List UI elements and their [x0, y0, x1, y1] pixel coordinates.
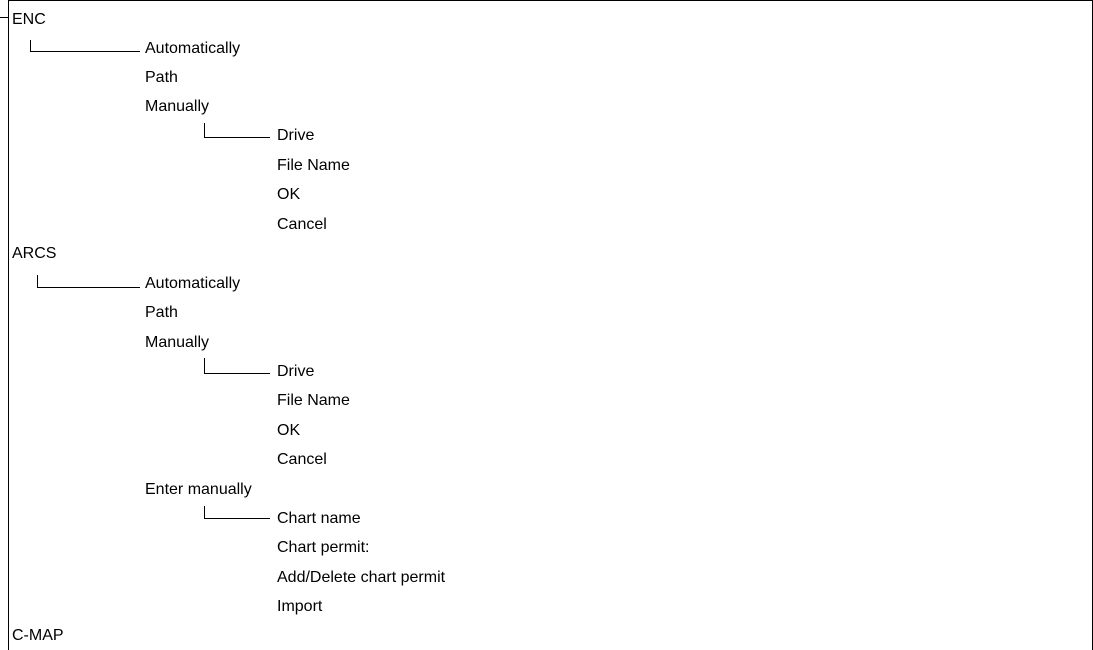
- arcs-add-delete-chart-permit: Add/Delete chart permit: [277, 569, 446, 586]
- enc-manually-connector-horizontal: [204, 137, 270, 138]
- arcs-manually-connector-vertical: [204, 358, 205, 374]
- arcs-ok: OK: [277, 422, 301, 439]
- arcs-drive: Drive: [277, 363, 315, 380]
- node-arcs: ARCS: [12, 245, 57, 262]
- enc-manually: Manually: [145, 98, 210, 115]
- frame-top-border: [8, 0, 1093, 1]
- node-c-map: C-MAP: [12, 627, 64, 644]
- frame-left-border: [8, 0, 9, 650]
- node-enc: ENC: [12, 11, 46, 28]
- arcs-chart-permit: Chart permit:: [277, 539, 370, 556]
- arcs-automatically: Automatically: [145, 275, 241, 292]
- arcs-path: Path: [145, 304, 178, 321]
- arcs-manually: Manually: [145, 334, 210, 351]
- arcs-connector-horizontal: [37, 287, 140, 288]
- enc-drive: Drive: [277, 127, 315, 144]
- enc-connector-horizontal: [30, 51, 140, 52]
- arcs-enter-manually: Enter manually: [145, 481, 252, 498]
- arcs-manually-connector-horizontal: [204, 373, 270, 374]
- enc-cancel: Cancel: [277, 216, 327, 233]
- arcs-file-name: File Name: [277, 392, 350, 409]
- arcs-chart-name: Chart name: [277, 510, 361, 527]
- arcs-import: Import: [277, 598, 323, 615]
- arcs-cancel: Cancel: [277, 451, 327, 468]
- arcs-enter-manually-connector-horizontal: [204, 518, 270, 519]
- enc-manually-connector-vertical: [204, 123, 205, 138]
- enc-file-name: File Name: [277, 157, 350, 174]
- enc-automatically: Automatically: [145, 40, 241, 57]
- enc-ok: OK: [277, 186, 301, 203]
- top-left-tick: [0, 17, 9, 18]
- menu-tree-diagram: ENC Automatically Path Manually Drive Fi…: [0, 0, 1093, 650]
- enc-path: Path: [145, 69, 178, 86]
